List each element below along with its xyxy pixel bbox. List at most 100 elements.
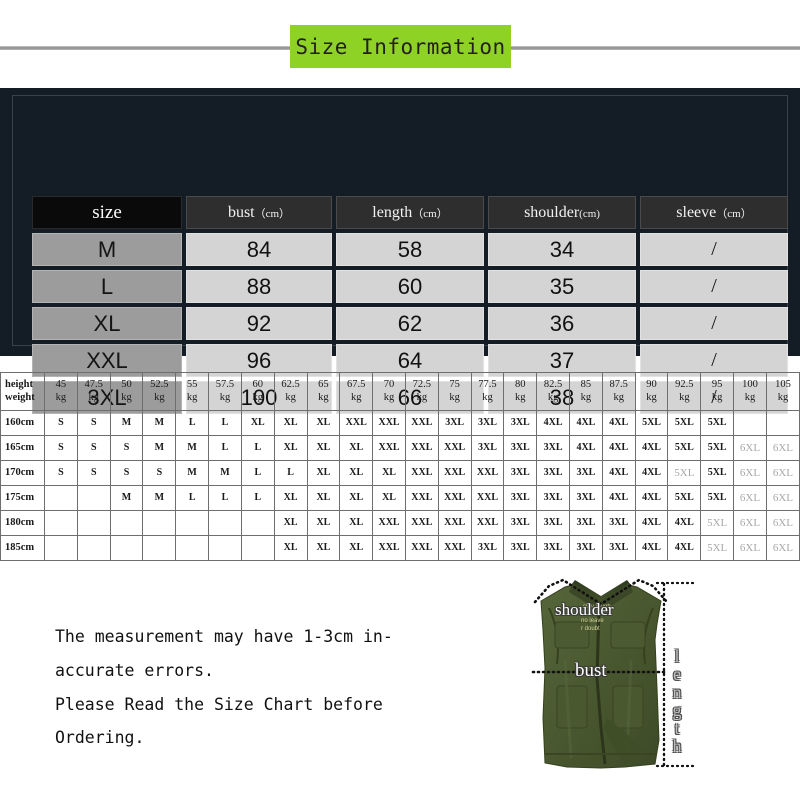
size-recommendation-cell: 6XL — [765, 485, 800, 511]
weight-column-header: 47.5 kg — [76, 372, 111, 411]
size-recommendation-cell: 3XL — [569, 485, 603, 511]
bust-value-cell: 92 — [186, 307, 332, 340]
height-row-label: 180cm — [0, 510, 45, 536]
size-recommendation-cell: XXL — [372, 410, 406, 436]
size-recommendation-cell: 5XL — [700, 535, 735, 561]
size-recommendation-cell: 3XL — [437, 410, 472, 436]
page-title: Size Information — [295, 34, 506, 59]
size-recommendation-cell — [142, 535, 177, 561]
size-recommendation-cell: S — [44, 435, 78, 461]
size-recommendation-cell — [44, 535, 78, 561]
weight-column-header: 55 kg — [175, 372, 210, 411]
size-recommendation-cell: XXL — [437, 510, 472, 536]
weight-value: 85 — [580, 379, 592, 391]
weight-value: 70 — [383, 379, 395, 391]
size-recommendation-cell: XXL — [372, 535, 406, 561]
size-recommendation-cell: 3XL — [503, 535, 538, 561]
size-recommendation-cell: 6XL — [733, 435, 767, 461]
size-recommendation-cell: S — [44, 460, 78, 486]
weight-value: 95 — [711, 379, 723, 391]
size-recommendation-cell: XXL — [404, 510, 439, 536]
size-recommendation-cell: M — [208, 460, 242, 486]
height-row-label: 165cm — [0, 435, 45, 461]
size-recommendation-cell: 5XL — [667, 435, 702, 461]
vest-image — [531, 578, 695, 769]
weight-unit: kg — [154, 391, 165, 403]
note-line: The measurement may have 1-3cm in- — [55, 627, 393, 646]
weight-unit: kg — [55, 391, 67, 403]
size-table-row: L 88 60 35/ — [32, 270, 788, 303]
size-recommendation-cell: 3XL — [503, 510, 538, 536]
shoulder-value-cell: 36 — [488, 307, 636, 340]
weight-unit: kg — [350, 391, 362, 403]
weight-unit: kg — [547, 391, 559, 403]
title-badge: Size Information — [290, 25, 511, 68]
size-recommendation-cell — [208, 535, 242, 561]
size-table-header-shoulder: shoulder(cm) — [488, 196, 636, 229]
weight-column-header: 90 kg — [634, 372, 669, 411]
size-recommendation-cell: XL — [273, 510, 308, 536]
weight-column-header: 50 kg — [109, 372, 144, 411]
weight-column-header: 45 kg — [44, 372, 78, 411]
length-value-cell: 62 — [336, 307, 484, 340]
size-recommendation-cell: 3XL — [470, 435, 505, 461]
size-recommendation-cell: L — [273, 460, 308, 486]
weight-unit: kg — [711, 391, 723, 403]
weight-unit: kg — [88, 391, 99, 403]
weight-value: 57.5 — [215, 379, 235, 391]
size-recommendation-cell: XL — [339, 485, 374, 511]
size-recommendation-cell: 6XL — [733, 485, 767, 511]
size-recommendation-cell: 3XL — [536, 460, 570, 486]
size-recommendation-cell: 4XL — [569, 435, 603, 461]
size-table-row: XL 92 62 36/ — [32, 307, 788, 340]
size-recommendation-cell: 5XL — [667, 485, 702, 511]
size-recommendation-cell: L — [208, 485, 242, 511]
size-recommendation-cell: XXL — [404, 410, 439, 436]
corner-label-weight: weight — [5, 391, 35, 403]
weight-value: 52.5 — [150, 379, 169, 391]
size-recommendation-cell: 6XL — [765, 535, 800, 561]
size-recommendation-cell — [76, 485, 111, 511]
weight-unit: kg — [416, 391, 428, 403]
height-weight-header-row: height weight 45 kg 47.5 kg 50 kg 52.5 kg 55 kg 57.5… — [0, 372, 800, 411]
size-recommendation-cell: L — [175, 410, 210, 436]
weight-unit: kg — [449, 391, 460, 403]
size-recommendation-cell: XXL — [372, 510, 406, 536]
size-table-header-row: size bust（cm） length（cm） shoulder(cm) sl… — [32, 196, 788, 229]
size-recommendation-cell: 3XL — [503, 485, 538, 511]
size-recommendation-cell: L — [240, 485, 275, 511]
size-recommendation-cell — [175, 510, 210, 536]
size-recommendation-cell: 4XL — [536, 410, 570, 436]
size-recommendation-cell: 3XL — [470, 535, 505, 561]
weight-value: 50 — [121, 379, 132, 391]
bust-measure-label: bust — [575, 660, 607, 681]
size-recommendation-cell: XXL — [437, 435, 472, 461]
size-recommendation-cell: XL — [306, 485, 341, 511]
size-recommendation-cell: M — [109, 410, 144, 436]
weight-unit: kg — [515, 391, 526, 403]
size-recommendation-cell — [733, 410, 767, 436]
size-recommendation-cell: 6XL — [733, 510, 767, 536]
size-recommendation-cell — [44, 510, 78, 536]
size-recommendation-cell: XXL — [470, 460, 505, 486]
weight-column-header: 70 kg — [372, 372, 406, 411]
weight-column-header: 80 kg — [503, 372, 538, 411]
size-recommendation-cell: 3XL — [503, 410, 538, 436]
size-recommendation-cell: 3XL — [536, 535, 570, 561]
size-recommendation-cell: XXL — [437, 460, 472, 486]
weight-column-header: 52.5 kg — [142, 372, 177, 411]
weight-column-header: 92.5 kg — [667, 372, 702, 411]
size-recommendation-cell: 3XL — [569, 460, 603, 486]
size-recommendation-cell: L — [240, 460, 275, 486]
weight-value: 100 — [742, 379, 758, 391]
weight-unit: kg — [777, 391, 789, 403]
size-recommendation-cell: XL — [306, 510, 341, 536]
size-recommendation-cell: XXL — [404, 485, 439, 511]
weight-value: 92.5 — [675, 379, 694, 391]
size-recommendation-cell: S — [76, 460, 111, 486]
size-recommendation-cell: 3XL — [503, 435, 538, 461]
weight-value: 55 — [186, 379, 198, 391]
size-recommendation-cell: 5XL — [700, 510, 735, 536]
size-recommendation-cell: L — [175, 485, 210, 511]
height-weight-table: height weight 45 kg 47.5 kg 50 kg 52.5 kg 55 kg 57.5… — [0, 372, 800, 561]
